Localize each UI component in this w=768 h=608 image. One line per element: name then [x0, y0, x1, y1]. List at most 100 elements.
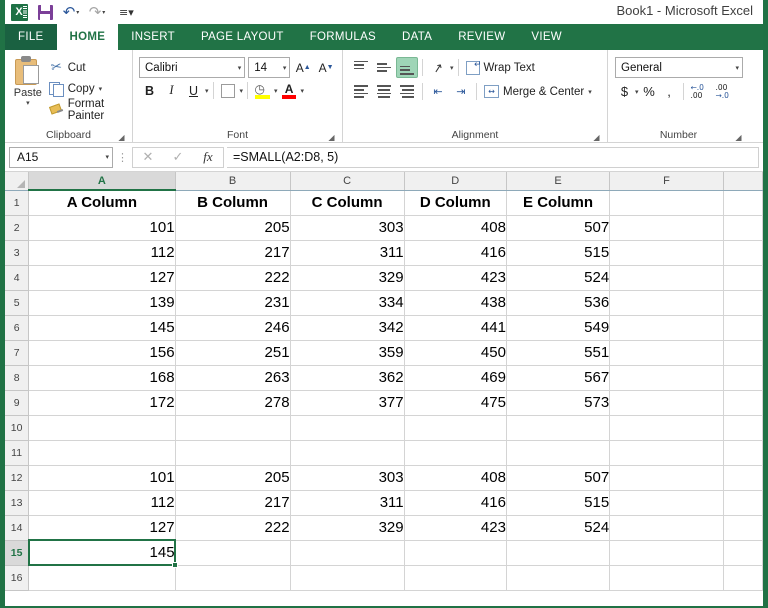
cell-A13[interactable]: 112 [28, 490, 176, 516]
name-box[interactable]: A15 ▾ [9, 146, 113, 168]
increase-indent-button[interactable]: ⇥ [450, 81, 472, 102]
cell-C6[interactable]: 342 [290, 315, 405, 341]
paste-dropdown-icon[interactable]: ▾ [26, 99, 30, 107]
font-name-input[interactable]: Calibri ▾ [139, 57, 246, 78]
enter-formula-icon[interactable]: ✓ [163, 148, 193, 167]
cell-C2[interactable]: 303 [290, 215, 405, 241]
cell-F5[interactable] [609, 290, 724, 316]
font-size-input[interactable]: 14 ▾ [248, 57, 291, 78]
cell-E1[interactable]: E Column [506, 190, 611, 216]
cell-G10[interactable] [723, 415, 763, 441]
cell-C7[interactable]: 359 [290, 340, 405, 366]
cell-G8[interactable] [723, 365, 763, 391]
column-header-a[interactable]: A [28, 172, 176, 191]
cell-G4[interactable] [723, 265, 763, 291]
cell-C5[interactable]: 334 [290, 290, 405, 316]
orientation-dropdown-icon[interactable]: ▾ [450, 64, 454, 72]
cell-E6[interactable]: 549 [506, 315, 611, 341]
tab-insert[interactable]: INSERT [118, 24, 188, 50]
row-header-8[interactable]: 8 [5, 365, 30, 391]
cell-F12[interactable] [609, 465, 724, 491]
select-all-corner[interactable] [5, 172, 30, 191]
column-header-f[interactable]: F [609, 172, 724, 191]
row-header-13[interactable]: 13 [5, 490, 30, 516]
font-name-dropdown-icon[interactable]: ▾ [238, 64, 242, 72]
cell-B7[interactable]: 251 [175, 340, 291, 366]
cell-A14[interactable]: 127 [28, 515, 176, 541]
cell-E11[interactable] [506, 440, 611, 466]
align-top-button[interactable] [350, 57, 372, 78]
cell-G16[interactable] [723, 565, 763, 591]
cell-F10[interactable] [609, 415, 724, 441]
align-middle-button[interactable] [373, 57, 395, 78]
cell-E10[interactable] [506, 415, 611, 441]
clipboard-dialog-launcher-icon[interactable]: ◢ [117, 133, 126, 142]
tab-home[interactable]: HOME [56, 24, 119, 50]
column-header-e[interactable]: E [506, 172, 611, 191]
redo-icon[interactable]: ↷ ▾ [87, 2, 107, 22]
tab-review[interactable]: REVIEW [445, 24, 518, 50]
cell-E3[interactable]: 515 [506, 240, 611, 266]
wrap-text-button[interactable]: Wrap Text [463, 57, 538, 78]
cell-G6[interactable] [723, 315, 763, 341]
cell-A11[interactable] [28, 440, 176, 466]
tab-formulas[interactable]: FORMULAS [297, 24, 389, 50]
copy-dropdown-icon[interactable]: ▾ [99, 85, 103, 93]
save-icon[interactable] [35, 2, 55, 22]
row-header-15[interactable]: 15 [5, 540, 30, 566]
currency-button[interactable]: $ [615, 81, 634, 102]
currency-dropdown-icon[interactable]: ▾ [635, 88, 639, 96]
cell-A1[interactable]: A Column [28, 190, 176, 216]
percent-button[interactable]: % [640, 81, 659, 102]
cell-A12[interactable]: 101 [28, 465, 176, 491]
align-left-button[interactable] [350, 81, 372, 102]
cell-A4[interactable]: 127 [28, 265, 176, 291]
cell-F2[interactable] [609, 215, 724, 241]
cell-F13[interactable] [609, 490, 724, 516]
column-header-d[interactable]: D [404, 172, 507, 191]
cell-G14[interactable] [723, 515, 763, 541]
cell-D7[interactable]: 450 [404, 340, 507, 366]
column-header-g[interactable] [723, 172, 763, 191]
cell-B9[interactable]: 278 [175, 390, 291, 416]
cell-C10[interactable] [290, 415, 405, 441]
cell-B13[interactable]: 217 [175, 490, 291, 516]
cell-G5[interactable] [723, 290, 763, 316]
comma-style-button[interactable]: , [660, 81, 679, 102]
cell-B6[interactable]: 246 [175, 315, 291, 341]
cell-F11[interactable] [609, 440, 724, 466]
cell-E5[interactable]: 536 [506, 290, 611, 316]
copy-button[interactable]: Copy ▾ [47, 78, 128, 99]
customize-quick-access-icon[interactable]: ≡▾ [119, 6, 134, 19]
merge-center-button[interactable]: ↔ Merge & Center ▾ [481, 81, 595, 102]
excel-logo-icon[interactable] [9, 2, 29, 22]
undo-icon[interactable]: ↶ ▾ [61, 2, 81, 22]
align-center-button[interactable] [373, 81, 395, 102]
cell-D6[interactable]: 441 [404, 315, 507, 341]
cell-C15[interactable] [290, 540, 405, 566]
cell-F8[interactable] [609, 365, 724, 391]
cell-D10[interactable] [404, 415, 507, 441]
row-header-10[interactable]: 10 [5, 415, 30, 441]
row-header-3[interactable]: 3 [5, 240, 30, 266]
cell-A7[interactable]: 156 [28, 340, 176, 366]
row-header-5[interactable]: 5 [5, 290, 30, 316]
row-header-7[interactable]: 7 [5, 340, 30, 366]
cell-B16[interactable] [175, 565, 291, 591]
formula-input[interactable]: =SMALL(A2:D8, 5) [227, 146, 759, 168]
cell-E4[interactable]: 524 [506, 265, 611, 291]
font-size-dropdown-icon[interactable]: ▾ [283, 64, 287, 72]
cell-F15[interactable] [609, 540, 724, 566]
decrease-font-size-button[interactable]: A ▼ [316, 57, 336, 78]
cell-F6[interactable] [609, 315, 724, 341]
cell-B10[interactable] [175, 415, 291, 441]
row-header-2[interactable]: 2 [5, 215, 30, 241]
row-header-9[interactable]: 9 [5, 390, 30, 416]
cell-D12[interactable]: 408 [404, 465, 507, 491]
tab-file[interactable]: FILE [5, 24, 57, 50]
cell-D11[interactable] [404, 440, 507, 466]
format-painter-button[interactable]: Format Painter [47, 98, 128, 122]
cell-F16[interactable] [609, 565, 724, 591]
font-color-button[interactable]: A [279, 80, 300, 101]
cell-D14[interactable]: 423 [404, 515, 507, 541]
